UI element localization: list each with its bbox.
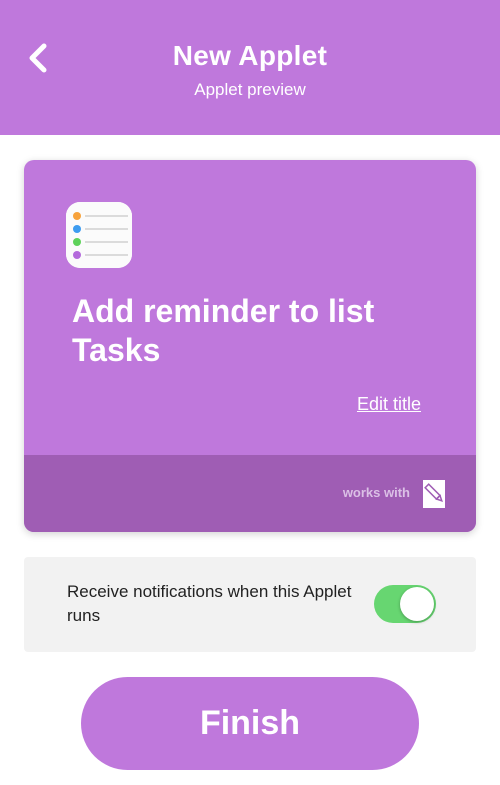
applet-title: Add reminder to list Tasks xyxy=(72,293,375,368)
card-footer: works with xyxy=(24,455,476,532)
edit-title-link[interactable]: Edit title xyxy=(357,394,421,415)
notification-label: Receive notifications when this Applet r… xyxy=(67,582,352,625)
works-with-label: works with xyxy=(342,485,410,500)
reminders-icon xyxy=(66,202,132,268)
toggle-knob xyxy=(400,587,434,621)
page-title: New Applet xyxy=(172,40,328,71)
finish-button[interactable]: Finish xyxy=(81,677,419,770)
notification-setting: Receive notifications when this Applet r… xyxy=(24,557,476,652)
page-subtitle: Applet preview xyxy=(194,80,306,99)
note-pencil-icon xyxy=(423,480,445,508)
header: New Applet Applet preview xyxy=(0,0,500,135)
notification-toggle[interactable] xyxy=(374,585,436,623)
applet-card: Add reminder to list Tasks Edit title wo… xyxy=(24,160,476,532)
